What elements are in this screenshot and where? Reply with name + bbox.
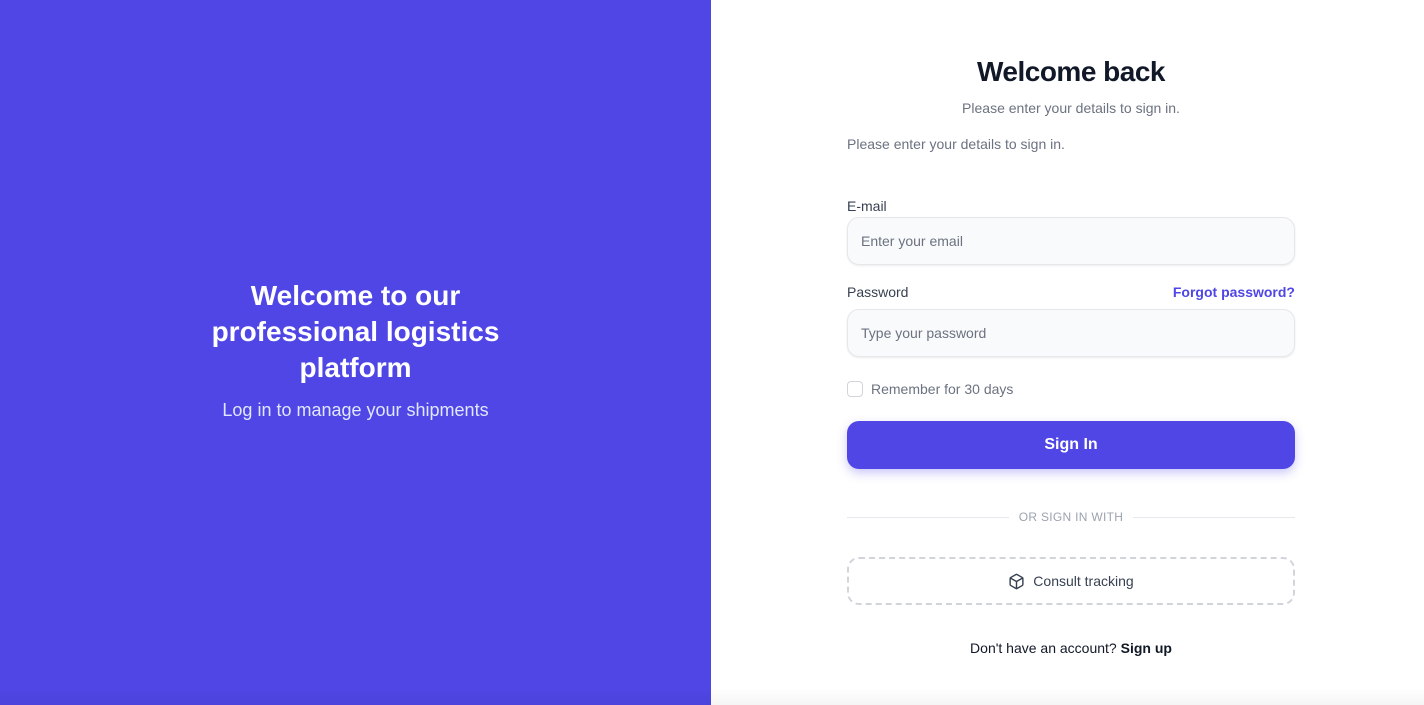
divider-label: OR SIGN IN WITH <box>1018 510 1124 524</box>
login-panel: Welcome back Please enter your details t… <box>711 0 1424 705</box>
form-subtitle: Please enter your details to sign in. <box>962 100 1180 116</box>
email-input[interactable] <box>847 217 1295 265</box>
signup-prompt: Don't have an account? <box>970 640 1117 656</box>
forgot-password-link[interactable]: Forgot password? <box>1173 284 1295 300</box>
sign-in-button[interactable]: Sign In <box>847 421 1295 469</box>
package-icon <box>1009 573 1024 589</box>
sign-up-link[interactable]: Sign up <box>1121 640 1172 656</box>
divider-line-right <box>1133 516 1295 518</box>
consult-tracking-label: Consult tracking <box>1033 573 1134 589</box>
remember-checkbox[interactable] <box>847 381 863 397</box>
hero-panel: Welcome to our professional logistics pl… <box>0 0 711 705</box>
remember-row: Remember for 30 days <box>847 381 1013 397</box>
hero-subtitle: Log in to manage your shipments <box>222 400 489 420</box>
password-input[interactable] <box>847 309 1295 357</box>
form-description: Please enter your details to sign in. <box>847 136 1065 152</box>
form-title: Welcome back <box>976 56 1166 87</box>
divider: OR SIGN IN WITH <box>847 510 1295 524</box>
divider-line-left <box>847 516 1009 518</box>
signup-row: Don't have an account? Sign up <box>847 640 1295 656</box>
password-label: Password <box>847 284 909 300</box>
hero-title: Welcome to our professional logistics pl… <box>211 280 500 383</box>
email-label: E-mail <box>847 198 887 214</box>
consult-tracking-button[interactable]: Consult tracking <box>847 557 1295 605</box>
remember-label[interactable]: Remember for 30 days <box>871 381 1013 397</box>
